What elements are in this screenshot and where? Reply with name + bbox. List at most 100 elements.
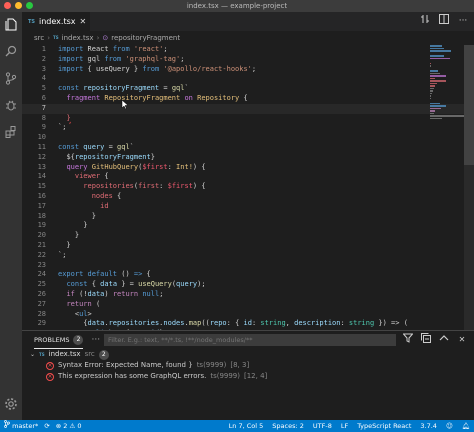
filter-icon[interactable]	[402, 333, 414, 347]
problems-status-item[interactable]: ⊗ 2 ⚠ 0	[56, 420, 82, 432]
tab-problems[interactable]: PROBLEMS 2	[34, 331, 84, 349]
panel-more-icon[interactable]: ···	[91, 335, 100, 345]
minimap-line	[430, 97, 431, 99]
extensions-icon[interactable]	[3, 124, 19, 140]
debug-icon[interactable]	[3, 97, 19, 113]
code-line[interactable]: 13 query GitHubQuery($first: Int!) {	[22, 163, 474, 173]
gear-icon[interactable]	[3, 396, 19, 412]
split-editor-icon[interactable]	[437, 14, 451, 28]
chevron-down-icon[interactable]: ⌄	[30, 349, 35, 360]
typescript-version[interactable]: 3.7.4	[420, 420, 437, 432]
tab-problems-label: PROBLEMS	[34, 335, 70, 344]
problems-file-dir: src	[84, 350, 95, 358]
minimap-line	[430, 87, 435, 89]
line-number: 8	[41, 113, 46, 122]
code-line[interactable]: 8 }	[22, 114, 474, 124]
line-number: 22	[37, 250, 46, 259]
code-line[interactable]: 27 return (	[22, 300, 474, 310]
line-text: }	[66, 113, 71, 122]
mouse-pointer-icon	[121, 100, 129, 110]
code-line[interactable]: 12 ${repositoryFragment}	[22, 153, 474, 163]
code-line[interactable]: 21 }	[22, 241, 474, 251]
code-line[interactable]: 23	[22, 261, 474, 271]
language-mode[interactable]: TypeScript React	[357, 420, 411, 432]
code-line[interactable]: 14 viewer {	[22, 172, 474, 182]
breadcrumb-symbol[interactable]: repositoryFragment	[111, 34, 180, 42]
source-control-icon[interactable]	[3, 70, 19, 86]
code-line[interactable]: 3 import { useQuery } from '@apollo/react…	[22, 65, 474, 75]
status-bar: master* ⟳ ⊗ 2 ⚠ 0 Ln 7, Col 5 Spaces: 2 …	[0, 420, 474, 432]
more-actions-icon[interactable]: ···	[456, 14, 470, 28]
end-of-line[interactable]: LF	[341, 420, 348, 432]
code-line[interactable]: 11 const query = gql`	[22, 143, 474, 153]
code-line[interactable]: 22 `;	[22, 251, 474, 261]
problems-file-name: index.tsx	[48, 350, 81, 358]
indentation[interactable]: Spaces: 2	[272, 420, 304, 432]
problems-file-row[interactable]: ⌄ TS index.tsx src 2	[22, 349, 474, 360]
notifications-icon[interactable]: 🔔︎	[462, 420, 470, 432]
encoding[interactable]: UTF-8	[313, 420, 332, 432]
code-line[interactable]: 1 import React from 'react';	[22, 45, 474, 55]
minimap-line	[430, 47, 444, 49]
scrollbar-thumb[interactable]	[464, 45, 474, 165]
compare-icon[interactable]	[418, 14, 432, 28]
line-text: `;	[58, 123, 67, 132]
feedback-icon[interactable]: ☺	[446, 420, 453, 432]
files-icon[interactable]	[3, 16, 19, 32]
search-icon[interactable]	[3, 43, 19, 59]
code-line[interactable]: 16 nodes {	[22, 192, 474, 202]
code-line[interactable]: 2 import gql from 'graphql-tag';	[22, 55, 474, 65]
line-text: id	[100, 201, 109, 210]
editor-scrollbar[interactable]	[464, 45, 474, 330]
code-line[interactable]: 10	[22, 133, 474, 143]
breadcrumb-folder[interactable]: src	[34, 34, 44, 42]
activity-bar	[0, 12, 22, 420]
breadcrumb-separator: ›	[96, 33, 100, 42]
line-text: ${repositoryFragment}	[66, 152, 155, 161]
error-icon: ×	[46, 361, 54, 370]
close-tab-icon[interactable]: ✕	[79, 17, 86, 26]
code-line[interactable]: 29 {data.repositories.nodes.map((repo: {…	[22, 319, 474, 329]
code-line[interactable]: 20 }	[22, 231, 474, 241]
problem-item[interactable]: × Syntax Error: Expected Name, found } t…	[22, 360, 474, 371]
code-line[interactable]: 7	[22, 103, 474, 114]
close-panel-icon[interactable]: ✕	[456, 333, 468, 347]
problems-filter-input[interactable]	[104, 334, 396, 346]
code-line[interactable]: 5 const repositoryFragment = gql`	[22, 84, 474, 94]
breadcrumb-file[interactable]: index.tsx	[62, 34, 94, 42]
code-editor[interactable]: 1 import React from 'react'; 2 import gql f…	[22, 45, 474, 339]
cursor-position[interactable]: Ln 7, Col 5	[229, 420, 264, 432]
code-line[interactable]: 4	[22, 74, 474, 84]
code-line[interactable]: 25 const { data } = useQuery(query);	[22, 280, 474, 290]
branch-item[interactable]: master*	[4, 420, 38, 432]
minimap-line	[430, 117, 442, 119]
problem-message: Syntax Error: Expected Name, found }	[58, 361, 193, 369]
line-number: 23	[37, 260, 46, 269]
chevron-up-icon[interactable]	[438, 333, 450, 347]
code-line[interactable]: 15 repositories(first: $first) {	[22, 182, 474, 192]
minimap[interactable]	[430, 45, 464, 125]
line-number: 13	[37, 162, 46, 171]
collapse-all-icon[interactable]	[420, 333, 432, 347]
code-line[interactable]: 18 }	[22, 212, 474, 222]
bottom-panel: PROBLEMS 2 ··· ✕ ⌄ TS index.tsx src 2 × …	[22, 330, 474, 420]
code-line[interactable]: 28 <ul>	[22, 310, 474, 320]
code-line[interactable]: 24 export default () => {	[22, 270, 474, 280]
window-title: index.tsx — example-project	[186, 2, 288, 10]
line-number: 26	[37, 289, 46, 298]
line-number: 4	[41, 74, 46, 83]
line-text: <ul>	[74, 309, 92, 318]
problem-item[interactable]: × This expression has some GraphQL error…	[22, 371, 474, 382]
tab-index-tsx[interactable]: TS index.tsx ✕	[22, 12, 90, 31]
line-number: 28	[37, 309, 46, 318]
minimap-line	[430, 65, 431, 67]
code-line[interactable]: 19 }	[22, 221, 474, 231]
code-line[interactable]: 9 `;	[22, 123, 474, 133]
line-text	[58, 104, 75, 114]
sync-icon[interactable]: ⟳	[44, 420, 49, 432]
minimap-line	[430, 102, 440, 104]
code-line[interactable]: 6 fragment RepositoryFragment on Reposit…	[22, 94, 474, 104]
code-line[interactable]: 26 if (!data) return null;	[22, 290, 474, 300]
code-line[interactable]: 17 id	[22, 202, 474, 212]
minimap-line	[430, 105, 446, 107]
